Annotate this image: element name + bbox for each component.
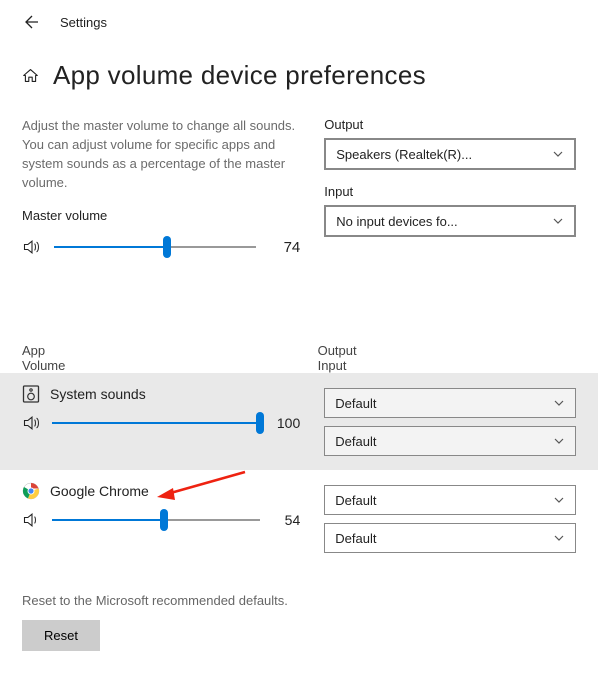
col-app-label: App [22,343,308,358]
app-row-system-sounds: System sounds 100 Default Default [0,373,598,470]
master-volume-label: Master volume [22,208,300,223]
footer: Reset to the Microsoft recommended defau… [0,567,598,651]
col-volume-label: Volume [22,358,308,373]
header-title: Settings [60,15,107,30]
app-input-select[interactable]: Default [324,523,576,553]
app-row-google-chrome: Google Chrome 54 Default Default [0,470,598,567]
page-title-row: App volume device preferences [0,40,598,101]
app-table-header: App Volume Output Input [0,343,598,373]
chevron-down-icon [553,532,565,544]
reset-button[interactable]: Reset [22,620,100,651]
master-volume-slider[interactable] [54,237,256,257]
chevron-down-icon [553,435,565,447]
output-label: Output [324,117,576,132]
app-volume-value: 54 [270,512,300,528]
header: Settings [0,0,598,40]
chrome-icon [22,482,40,500]
master-column: Adjust the master volume to change all s… [22,117,300,257]
app-output-value: Default [335,396,376,411]
app-output-value: Default [335,493,376,508]
app-input-select[interactable]: Default [324,426,576,456]
app-input-value: Default [335,434,376,449]
chevron-down-icon [552,215,564,227]
speaker-icon[interactable] [22,413,42,433]
input-label: Input [324,184,576,199]
output-device-value: Speakers (Realtek(R)... [336,147,472,162]
reset-description: Reset to the Microsoft recommended defau… [22,593,576,608]
page-title: App volume device preferences [53,60,426,91]
app-output-select[interactable]: Default [324,485,576,515]
speaker-box-icon [22,385,40,403]
chevron-down-icon [552,148,564,160]
back-icon[interactable] [22,14,38,30]
master-description: Adjust the master volume to change all s… [22,117,300,192]
speaker-icon[interactable] [22,237,42,257]
home-icon[interactable] [22,67,39,84]
app-input-value: Default [335,531,376,546]
col-output-label: Output [318,343,576,358]
chevron-down-icon [553,397,565,409]
app-output-select[interactable]: Default [324,388,576,418]
app-volume-value: 100 [270,415,300,431]
master-volume-value: 74 [268,239,300,256]
app-volume-slider[interactable] [52,510,260,530]
speaker-icon[interactable] [22,510,42,530]
col-input-label: Input [318,358,576,373]
app-volume-slider[interactable] [52,413,260,433]
app-name: System sounds [50,386,146,402]
device-column: Output Speakers (Realtek(R)... Input No … [324,117,576,257]
app-name: Google Chrome [50,483,149,499]
input-device-select[interactable]: No input devices fo... [324,205,576,237]
input-device-value: No input devices fo... [336,214,457,229]
chevron-down-icon [553,494,565,506]
output-device-select[interactable]: Speakers (Realtek(R)... [324,138,576,170]
